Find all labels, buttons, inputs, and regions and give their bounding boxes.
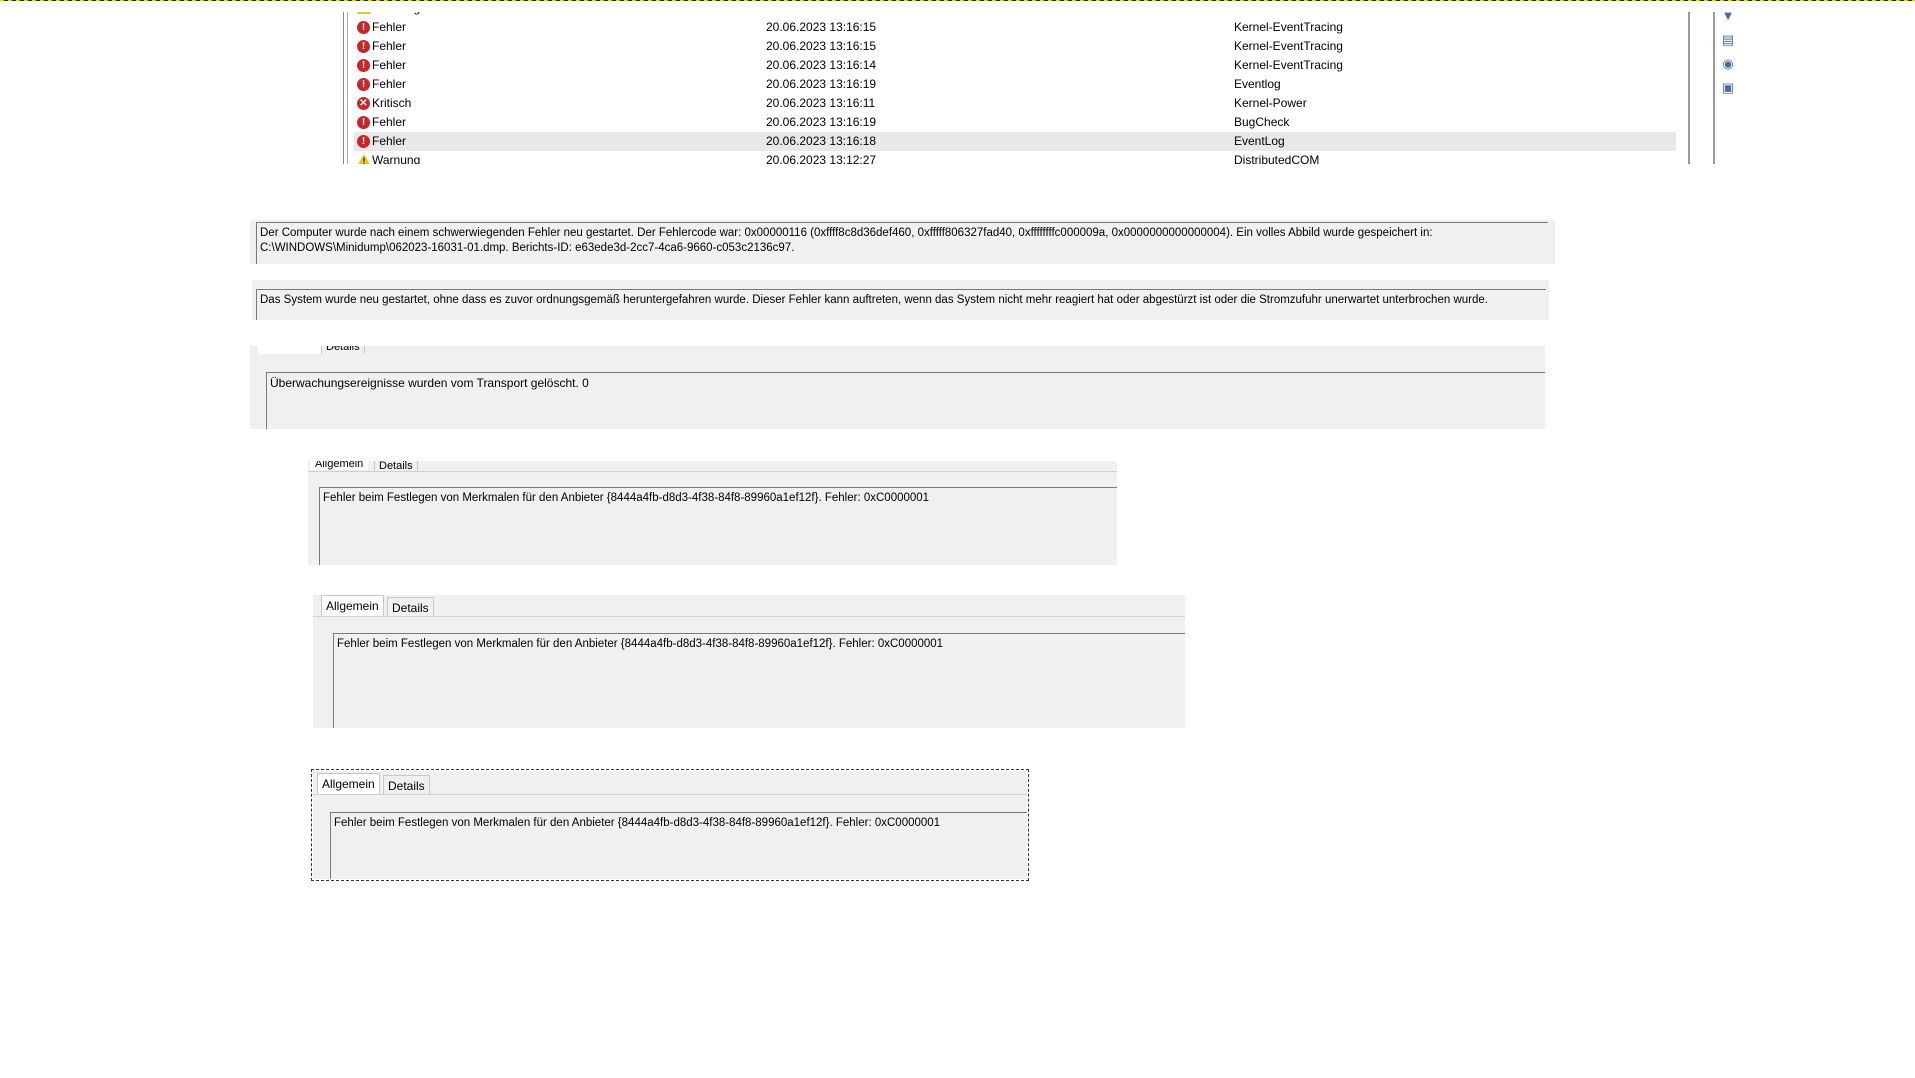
tab-details-3-label: Details	[388, 779, 425, 793]
warning-icon: !	[357, 154, 371, 164]
event-source: EventLog	[1234, 134, 1285, 148]
tracing-message-1-text: Fehler beim Festlegen von Merkmalen für …	[323, 492, 930, 504]
event-level-text: Warnung	[372, 153, 421, 164]
event-level-text: Fehler	[372, 77, 407, 91]
event-date: 20.06.2023 13:16:15	[766, 39, 877, 53]
tracing-panel-3: Allgemein Details Fehler beim Festlegen …	[313, 771, 1027, 879]
event-list-inner-border	[347, 12, 348, 164]
tracing-message-3: Fehler beim Festlegen von Merkmalen für …	[330, 812, 1027, 879]
actions-pane-border	[1713, 12, 1715, 164]
find-icon[interactable]: ◉	[1720, 56, 1736, 72]
bugcheck-panel: Der Computer wurde nach einem schwerwieg…	[250, 220, 1555, 264]
tab-details-2[interactable]: Details	[387, 597, 434, 617]
tracing-message-2-text: Fehler beim Festlegen von Merkmalen für …	[337, 638, 944, 650]
tab-general-2[interactable]: Allgemein	[321, 595, 384, 617]
event-list[interactable]: !Warnung20.06.2023 13:16:15Kernel-PnP!Fe…	[343, 12, 1689, 164]
tab-general[interactable]	[258, 346, 323, 354]
error-icon: !	[357, 116, 370, 129]
event-source: Kernel-EventTracing	[1234, 39, 1343, 53]
power-panel: Das System wurde neu gestartet, ohne das…	[252, 280, 1549, 320]
event-level-text: Fehler	[372, 115, 407, 129]
tracing-message-2: Fehler beim Festlegen von Merkmalen für …	[333, 633, 1185, 728]
event-level-text: Fehler	[372, 39, 407, 53]
error-icon: !	[357, 40, 370, 53]
error-icon: !	[357, 21, 370, 34]
event-list-scrollbar[interactable]	[1688, 12, 1690, 164]
tab-details-3[interactable]: Details	[383, 775, 430, 795]
eventlog-panel: Details Überwachungsereignisse wurden vo…	[250, 346, 1545, 429]
tab-general-3-label: Allgemein	[322, 777, 375, 791]
event-row[interactable]: ! Fehler 20.06.2023 13:16:19 BugCheck	[354, 113, 1676, 132]
tabstrip-line-3	[313, 794, 1027, 795]
tab-details-label: Details	[326, 346, 360, 353]
tab-general-3[interactable]: Allgemein	[317, 773, 380, 795]
error-icon: !	[357, 78, 370, 91]
event-row[interactable]: ! Fehler 20.06.2023 13:16:14 Kernel-EventTr…	[354, 56, 1676, 75]
event-date: 20.06.2023 13:16:15	[766, 20, 877, 34]
tracing-panel-1: Allgemein Details Fehler beim Festlegen …	[308, 461, 1117, 565]
error-icon: !	[357, 135, 370, 148]
event-date: 20.06.2023 13:16:19	[766, 115, 877, 129]
error-icon: !	[357, 59, 370, 72]
eventlog-message-text: Überwachungsereignisse wurden vom Transp…	[270, 376, 589, 390]
tab-details-2-label: Details	[392, 601, 429, 615]
tracing-panel-2: Allgemein Details Fehler beim Festlegen …	[313, 595, 1185, 728]
bugcheck-message-text: Der Computer wurde nach einem schwerwieg…	[260, 227, 1433, 254]
save-icon[interactable]: ▣	[1720, 80, 1736, 96]
critical-icon: ✕	[357, 97, 370, 110]
event-row[interactable]: ✕ Kritisch 20.06.2023 13:16:11 Kernel-Power	[354, 94, 1676, 113]
event-level-text: Fehler	[372, 20, 407, 34]
event-date: 20.06.2023 13:16:18	[766, 134, 877, 148]
bugcheck-message: Der Computer wurde nach einem schwerwieg…	[256, 222, 1548, 264]
event-row[interactable]: ! Fehler 20.06.2023 13:16:15 Kernel-EventTr…	[354, 18, 1676, 37]
event-date: 20.06.2023 13:16:11	[766, 96, 876, 110]
tab-details[interactable]: Details	[321, 346, 365, 354]
selection-border-top	[0, 0, 1915, 1]
event-row[interactable]: ! Fehler 20.06.2023 13:16:18 EventLog	[354, 132, 1676, 151]
event-row[interactable]: ! Fehler 20.06.2023 13:16:15 Kernel-EventTr…	[354, 37, 1676, 56]
event-source: Kernel-EventTracing	[1234, 58, 1343, 72]
eventlog-message: Überwachungsereignisse wurden vom Transp…	[266, 372, 1545, 429]
event-row[interactable]: ! Warnung 20.06.2023 13:12:27 DistributedCO…	[354, 151, 1676, 164]
event-row[interactable]: ! Fehler 20.06.2023 13:16:19 Eventlog	[354, 75, 1676, 94]
event-source: Eventlog	[1234, 77, 1281, 91]
tab-general-1[interactable]: Allgemein	[310, 461, 369, 470]
tab-general-1-label: Allgemein	[315, 461, 364, 470]
tabstrip-line-1	[308, 471, 1117, 472]
properties-icon[interactable]: ▤	[1720, 32, 1736, 48]
event-source: DistributedCOM	[1234, 153, 1320, 164]
filter-icon[interactable]: ▼	[1720, 8, 1736, 24]
event-source: Kernel-Power	[1234, 96, 1307, 110]
event-level-text: Fehler	[372, 134, 407, 148]
event-date: 20.06.2023 13:12:27	[766, 153, 877, 164]
selection-box[interactable]: Allgemein Details Fehler beim Festlegen …	[311, 769, 1029, 881]
event-date: 20.06.2023 13:16:19	[766, 77, 877, 91]
power-message-text: Das System wurde neu gestartet, ohne das…	[260, 294, 1488, 306]
tracing-message-3-text: Fehler beim Festlegen von Merkmalen für …	[334, 817, 941, 829]
tracing-message-1: Fehler beim Festlegen von Merkmalen für …	[319, 487, 1117, 565]
event-level-text: Kritisch	[372, 96, 412, 110]
power-message: Das System wurde neu gestartet, ohne das…	[256, 289, 1546, 320]
tab-general-2-label: Allgemein	[326, 599, 379, 613]
tabstrip-line-2	[313, 616, 1185, 617]
event-date: 20.06.2023 13:16:14	[766, 58, 877, 72]
event-source: BugCheck	[1234, 115, 1290, 129]
warning-icon: !	[357, 12, 371, 14]
event-level-text: Fehler	[372, 58, 407, 72]
event-source: Kernel-EventTracing	[1234, 20, 1343, 34]
